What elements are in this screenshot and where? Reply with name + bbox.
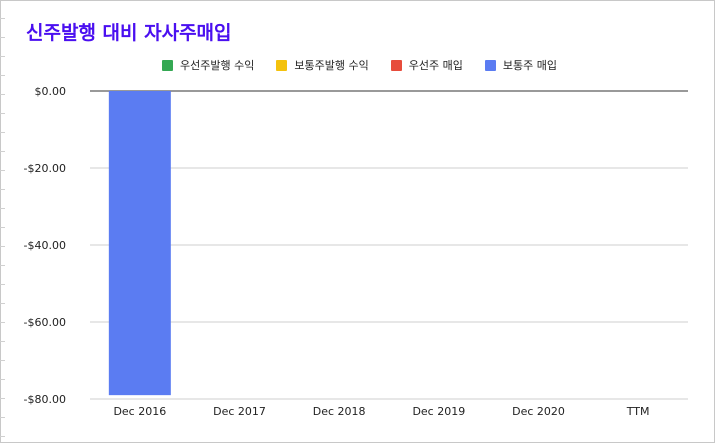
- bar: [108, 91, 171, 396]
- x-tick-label: Dec 2017: [213, 405, 266, 418]
- x-tick-label: Dec 2018: [313, 405, 366, 418]
- x-tick-label: Dec 2020: [512, 405, 565, 418]
- y-tick-label: -$20.00: [24, 162, 66, 175]
- y-tick-label: -$60.00: [24, 316, 66, 329]
- chart-plot-area: $0.00 -$20.00 -$40.00 -$60.00 -$80.00 Dec 201…: [24, 85, 688, 418]
- x-tick-label: Dec 2019: [412, 405, 465, 418]
- x-tick-label: TTM: [626, 405, 650, 418]
- y-tick-label: -$80.00: [24, 393, 66, 406]
- x-tick-label: Dec 2016: [113, 405, 166, 418]
- y-tick-label: -$40.00: [24, 239, 66, 252]
- y-tick-label: $0.00: [35, 85, 67, 98]
